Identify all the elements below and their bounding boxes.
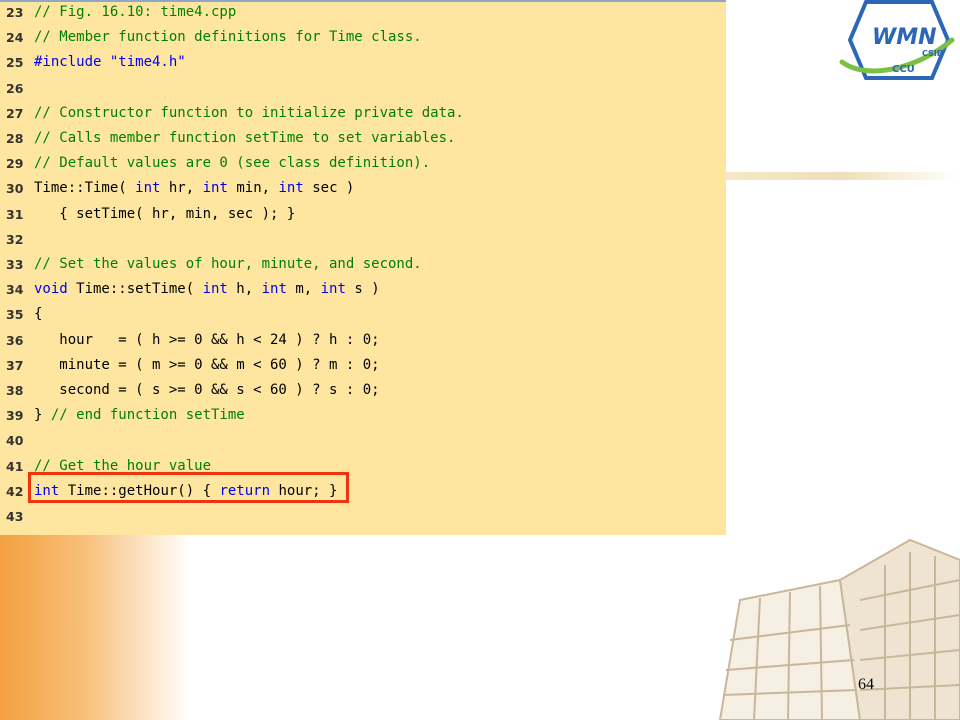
- line-number: 29: [6, 156, 24, 172]
- header-stripe-decoration: [726, 172, 960, 180]
- code-token: h,: [227, 281, 262, 298]
- code-token: int: [261, 281, 287, 298]
- code-token: // Member function definitions for Time …: [34, 29, 422, 46]
- code-text: // Member function definitions for Time …: [34, 25, 422, 50]
- logo-bottom-text: CCU: [892, 64, 915, 75]
- code-token: // Default values are 0 (see class defin…: [34, 155, 431, 172]
- code-panel: 23 // Fig. 16.10: time4.cpp 24 // Member fu…: [0, 0, 726, 535]
- code-token: int: [202, 180, 228, 197]
- line-number: 37: [6, 357, 24, 373]
- code-token: int: [278, 180, 304, 197]
- line-number: 42: [6, 483, 24, 499]
- code-text: // Constructor function to initialize pr…: [34, 101, 464, 126]
- line-number: 26: [6, 80, 24, 96]
- code-token: second = ( s >= 0 && s < 60 ) ? s : 0;: [34, 382, 380, 398]
- line-number: 23: [6, 5, 24, 20]
- code-text: minute = ( m >= 0 && m < 60 ) ? m : 0;: [34, 353, 380, 378]
- building-illustration: [718, 538, 960, 720]
- page-number: 64: [858, 676, 874, 693]
- line-number: 34: [6, 282, 24, 298]
- logo-small-text: CSIE: [922, 49, 942, 58]
- line-number: 36: [6, 332, 24, 348]
- line-number: 33: [6, 257, 24, 272]
- code-text: second = ( s >= 0 && s < 60 ) ? s : 0;: [34, 378, 380, 403]
- code-text: } // end function setTime: [34, 403, 245, 428]
- line-number: 38: [6, 383, 24, 398]
- line-number: 41: [6, 458, 24, 474]
- code-text: {: [34, 302, 42, 327]
- highlight-box: [28, 472, 349, 503]
- line-number: 35: [6, 307, 24, 323]
- code-text: Time::Time( int hr, int min, int sec ): [34, 176, 354, 201]
- code-token: // Set the values of hour, minute, and s…: [34, 256, 422, 272]
- line-number: 30: [6, 181, 24, 197]
- code-token: int: [135, 180, 161, 197]
- code-token: minute = ( m >= 0 && m < 60 ) ? m : 0;: [34, 356, 380, 373]
- line-number: 32: [6, 231, 24, 247]
- code-token: // Calls member function setTime to set …: [34, 130, 456, 146]
- line-number: 31: [6, 206, 24, 222]
- code-text: void Time::setTime( int h, int m, int s …: [34, 277, 380, 302]
- code-token: {: [34, 306, 43, 323]
- code-token: hr,: [160, 180, 203, 197]
- line-number: 24: [6, 30, 24, 46]
- code-token: Time::Time(: [34, 180, 136, 197]
- code-text: // Set the values of hour, minute, and s…: [34, 252, 422, 277]
- orange-gradient-decoration: [0, 530, 190, 720]
- line-number: 28: [6, 131, 24, 146]
- code-token: "time4.h": [109, 54, 186, 71]
- code-text: // Fig. 16.10: time4.cpp: [34, 0, 236, 25]
- line-number: 40: [6, 433, 24, 449]
- code-token: Time::setTime(: [67, 281, 203, 298]
- code-token: #include: [34, 54, 110, 71]
- code-token: sec ): [303, 180, 355, 197]
- line-number: 43: [6, 509, 24, 524]
- wmn-logo: WMN CSIE CCU: [839, 0, 955, 80]
- code-token: s ): [345, 281, 380, 298]
- code-token: int: [320, 281, 346, 298]
- line-number: 39: [6, 408, 24, 424]
- code-text: { setTime( hr, min, sec ); }: [34, 202, 295, 227]
- line-number: 25: [6, 55, 24, 71]
- code-token: // end function setTime: [50, 407, 245, 424]
- logo-main-text: WMN: [872, 25, 937, 50]
- code-token: }: [34, 407, 51, 424]
- code-token: m,: [286, 281, 321, 298]
- code-text: hour = ( h >= 0 && h < 24 ) ? h : 0;: [34, 328, 380, 353]
- line-number: 27: [6, 105, 24, 121]
- code-token: void: [34, 281, 68, 298]
- code-token: int: [202, 281, 228, 298]
- code-token: // Constructor function to initialize pr…: [34, 104, 464, 121]
- code-text: // Default values are 0 (see class defin…: [34, 151, 430, 176]
- code-token: { setTime( hr, min, sec ); }: [34, 205, 296, 222]
- code-text: // Calls member function setTime to set …: [34, 126, 455, 151]
- code-token: min,: [227, 180, 279, 197]
- code-token: hour = ( h >= 0 && h < 24 ) ? h : 0;: [34, 331, 380, 348]
- code-token: // Fig. 16.10: time4.cpp: [34, 4, 237, 20]
- code-text: #include "time4.h": [34, 50, 186, 75]
